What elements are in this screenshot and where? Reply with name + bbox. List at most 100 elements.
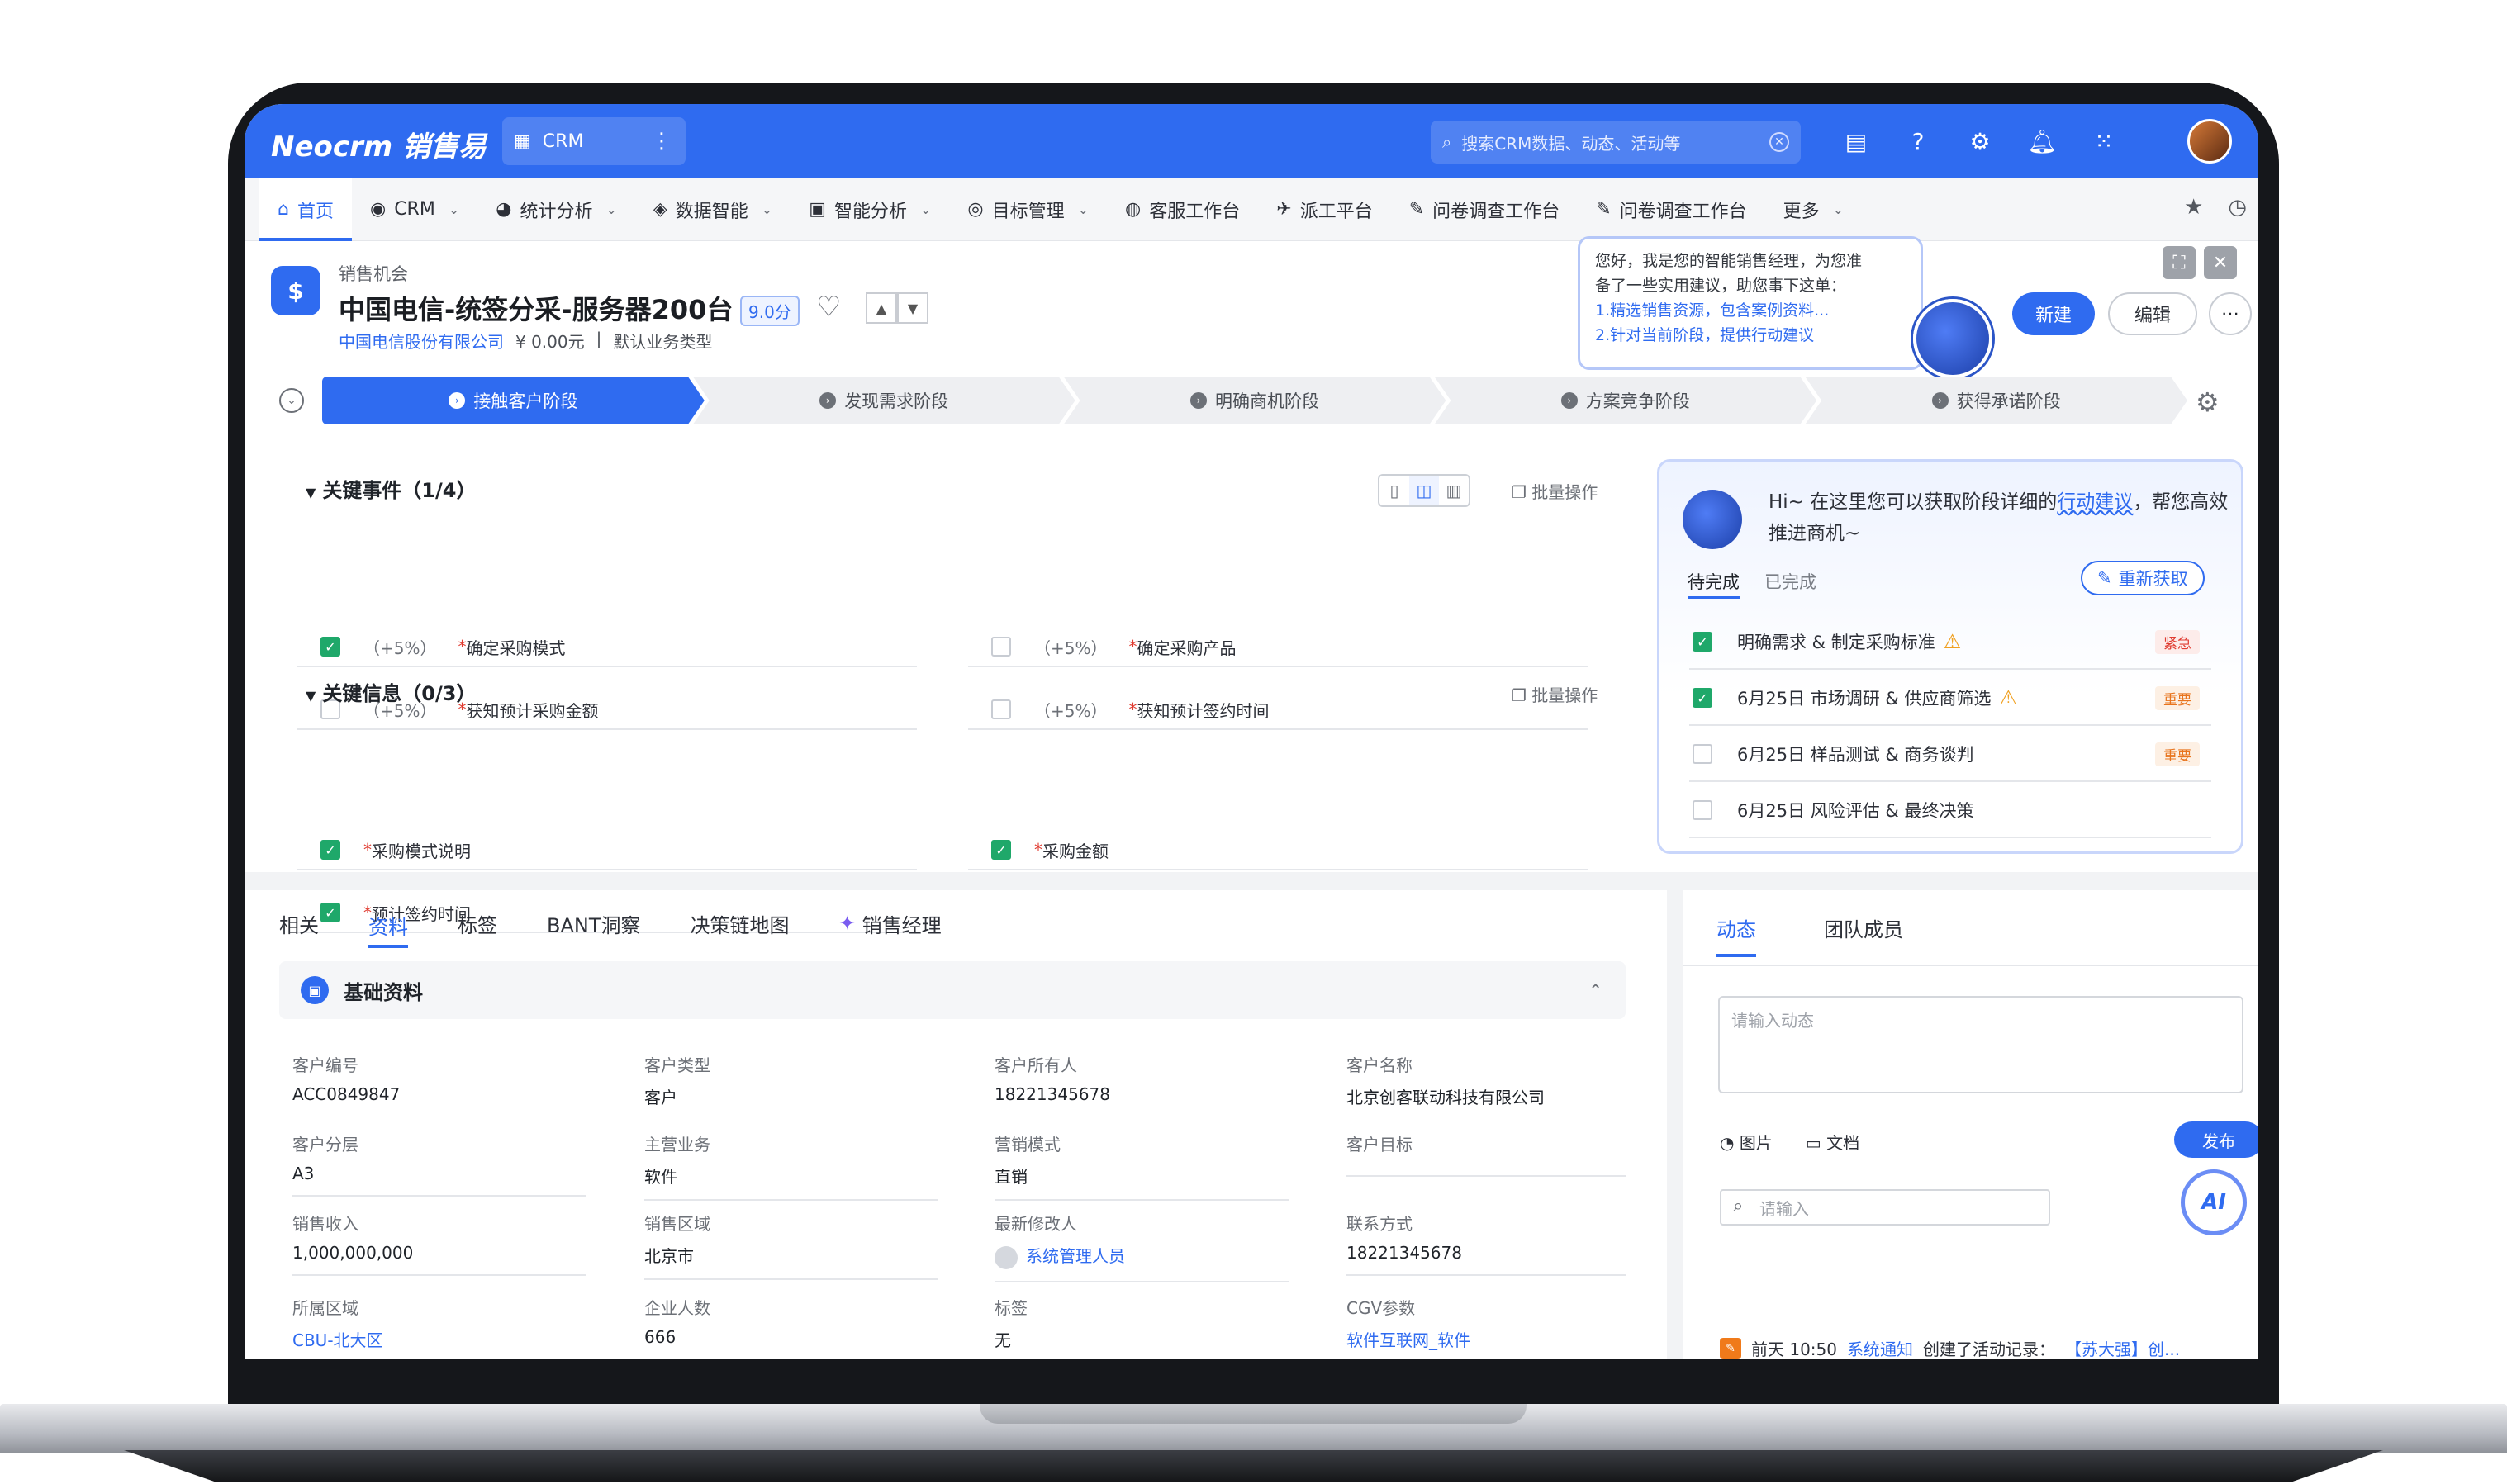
feed-record-link[interactable]: 【苏大强】创... bbox=[2065, 1336, 2180, 1359]
user-avatar-icon bbox=[995, 1245, 1018, 1269]
nav-item[interactable]: ▣ 智能分析 ⌄ bbox=[791, 178, 949, 241]
field-value[interactable]: 软件互联网_软件 bbox=[1346, 1327, 1626, 1351]
survey-icon: ✎ bbox=[1408, 199, 1425, 220]
stage-dot-icon: › bbox=[1190, 392, 1207, 409]
chevron-down-icon: ⌄ bbox=[761, 202, 773, 217]
tip-link[interactable]: 1.精选销售资源，包含案例资料... bbox=[1595, 298, 1906, 323]
settings-icon[interactable]: ⚙ bbox=[1963, 124, 1997, 159]
priority-badge: 紧急 bbox=[2155, 629, 2200, 654]
favorite-heart-icon[interactable]: ♡ bbox=[816, 291, 841, 324]
close-icon[interactable]: ✕ bbox=[2204, 246, 2237, 279]
activity-feed-item[interactable]: ✎ 前天 10:50 系统通知 创建了活动记录： 【苏大强】创... bbox=[1720, 1336, 2248, 1359]
field-value[interactable]: CBU-北大区 bbox=[292, 1327, 586, 1351]
batch-operation-button[interactable]: ❐ 批量操作 bbox=[1512, 479, 1598, 503]
tip-link[interactable]: 2.针对当前阶段，提供行动建议 bbox=[1595, 323, 1906, 348]
image-attach-button[interactable]: ◔ 图片 bbox=[1720, 1130, 1773, 1154]
nav-item[interactable]: ✎ 问卷调查工作台 bbox=[1578, 178, 1764, 241]
checkbox[interactable] bbox=[1693, 800, 1712, 820]
tab-activity[interactable]: 动态 bbox=[1716, 913, 1756, 957]
stage-step[interactable]: › 方案竞争阶段 bbox=[1434, 377, 1816, 424]
clear-icon[interactable]: ✕ bbox=[1769, 132, 1789, 152]
checkbox[interactable]: ✓ bbox=[1693, 688, 1712, 708]
sparkle-icon: ✦ bbox=[838, 912, 856, 935]
batch-operation-button-2[interactable]: ❐ 批量操作 bbox=[1512, 682, 1598, 706]
activity-input[interactable]: 请输入动态 bbox=[1718, 996, 2243, 1093]
expand-icon[interactable]: ⛶ bbox=[2163, 246, 2196, 279]
tab-item[interactable]: ✦ 销售经理 bbox=[839, 909, 942, 938]
nav-item[interactable]: ✎ 问卷调查工作台 bbox=[1391, 178, 1578, 241]
nav-item[interactable]: ◉ CRM ⌄ bbox=[352, 178, 477, 241]
nav-item[interactable]: ⌂ 首页 bbox=[259, 178, 352, 241]
checkbox[interactable] bbox=[1693, 744, 1712, 764]
stage-settings-icon[interactable]: ⚙ bbox=[2196, 386, 2220, 418]
field-value[interactable]: 系统管理人员 bbox=[995, 1243, 1289, 1269]
checkbox[interactable]: ✓ bbox=[1693, 632, 1712, 652]
ai-assistant-button[interactable]: AI bbox=[2181, 1169, 2247, 1235]
publish-button[interactable]: 发布 bbox=[2174, 1121, 2258, 1158]
basic-info-header[interactable]: ▣ 基础资料 ⌃ bbox=[279, 961, 1626, 1019]
prev-record-icon[interactable]: ▲ bbox=[866, 292, 897, 324]
stage-step[interactable]: › 明确商机阶段 bbox=[1064, 377, 1446, 424]
activity-search-input[interactable]: ⌕ 请输入 bbox=[1720, 1189, 2050, 1226]
tab-todo[interactable]: 待完成 bbox=[1688, 569, 1740, 599]
nav-item[interactable]: ✈ 派工平台 bbox=[1258, 178, 1390, 241]
checkbox[interactable]: ✓ bbox=[991, 840, 1011, 860]
action-suggestion-link[interactable]: 行动建议 bbox=[2057, 491, 2133, 513]
amount: ¥ 0.00元 bbox=[515, 332, 585, 352]
tab-team[interactable]: 团队成员 bbox=[1824, 913, 1903, 957]
key-info-title[interactable]: ▼ 关键信息（0/3） bbox=[306, 677, 476, 706]
apps-grid-icon[interactable]: ⁙ bbox=[2087, 124, 2121, 159]
refresh-button[interactable]: ✎ 重新获取 bbox=[2081, 561, 2205, 595]
tab-item[interactable]: BANT洞察 bbox=[547, 909, 641, 938]
assistant-mascot-icon[interactable] bbox=[1913, 299, 1992, 378]
user-avatar[interactable] bbox=[2187, 119, 2232, 164]
tab-item[interactable]: 资料 bbox=[368, 911, 408, 948]
chevron-down-icon: ⌄ bbox=[448, 202, 460, 217]
tab-item[interactable]: 标签 bbox=[458, 909, 497, 938]
single-column-icon[interactable]: ▯ bbox=[1379, 476, 1409, 505]
global-search[interactable]: ⌕ 搜索CRM数据、动态、活动等 ✕ bbox=[1431, 121, 1801, 164]
tab-item[interactable]: 决策链地图 bbox=[691, 909, 790, 938]
doc-attach-button[interactable]: ▭ 文档 bbox=[1806, 1130, 1859, 1154]
more-button[interactable]: ⋯ bbox=[2209, 292, 2252, 335]
chevron-up-icon[interactable]: ⌃ bbox=[1588, 980, 1602, 1000]
checkbox[interactable]: ✓ bbox=[320, 637, 340, 657]
next-record-icon[interactable]: ▼ bbox=[897, 292, 928, 324]
bell-icon[interactable]: 🔔︎ bbox=[2025, 124, 2059, 159]
edit-button[interactable]: 编辑 bbox=[2108, 292, 2197, 335]
more-vertical-icon[interactable]: ⋮ bbox=[651, 130, 672, 152]
star-icon[interactable]: ★ bbox=[2184, 195, 2203, 220]
checkbox[interactable] bbox=[991, 699, 1011, 719]
checkbox[interactable] bbox=[991, 637, 1011, 657]
stage-step[interactable]: › 发现需求阶段 bbox=[693, 377, 1075, 424]
history-icon[interactable]: ◷ bbox=[2228, 195, 2247, 220]
key-events-title[interactable]: ▼ 关键事件（1/4） bbox=[306, 474, 476, 503]
field-value: 软件 bbox=[644, 1167, 677, 1187]
feed-author-link[interactable]: 系统通知 bbox=[1847, 1336, 1913, 1359]
tab-item[interactable]: 相关 bbox=[279, 909, 319, 938]
nav-item[interactable]: ◈ 数据智能 ⌄ bbox=[635, 178, 791, 241]
action-item: ✓ 6月25日 市场调研 & 供应商筛选 ⚠ 重要 bbox=[1689, 671, 2211, 726]
three-column-icon[interactable]: ▥ bbox=[1439, 476, 1469, 505]
percent-label: （+5%） bbox=[1034, 700, 1108, 721]
app-logo[interactable]: Neocrm 销售易 bbox=[271, 124, 487, 164]
two-column-icon[interactable]: ◫ bbox=[1409, 476, 1439, 505]
tab-done[interactable]: 已完成 bbox=[1764, 569, 1816, 599]
checkbox[interactable]: ✓ bbox=[320, 840, 340, 860]
app-switcher[interactable]: ▦ CRM ⋮ bbox=[502, 117, 686, 165]
action-item-label: 明确需求 & 制定采购标准 bbox=[1737, 633, 1935, 652]
nav-item[interactable]: ◍ 客服工作台 bbox=[1107, 178, 1258, 241]
nav-item[interactable]: ◕ 统计分析 ⌄ bbox=[477, 178, 635, 241]
stage-step[interactable]: › 接触客户阶段 bbox=[322, 377, 705, 424]
new-button[interactable]: 新建 bbox=[2012, 292, 2095, 335]
field-label: 最新修改人 bbox=[995, 1214, 1077, 1234]
nav-item[interactable]: ◎ 目标管理 ⌄ bbox=[949, 178, 1107, 241]
nav-item-label: 问卷调查工作台 bbox=[1619, 201, 1747, 222]
field-value: 18221345678 bbox=[995, 1084, 1110, 1104]
help-icon[interactable]: ? bbox=[1901, 124, 1935, 159]
stage-step[interactable]: › 获得承诺阶段 bbox=[1805, 377, 2187, 424]
account-link[interactable]: 中国电信股份有限公司 bbox=[339, 329, 504, 353]
nav-item[interactable]: 更多 ⌄ bbox=[1765, 178, 1862, 241]
collapse-icon[interactable]: ⌄ bbox=[279, 388, 304, 413]
notes-icon[interactable]: ▤ bbox=[1839, 124, 1873, 159]
